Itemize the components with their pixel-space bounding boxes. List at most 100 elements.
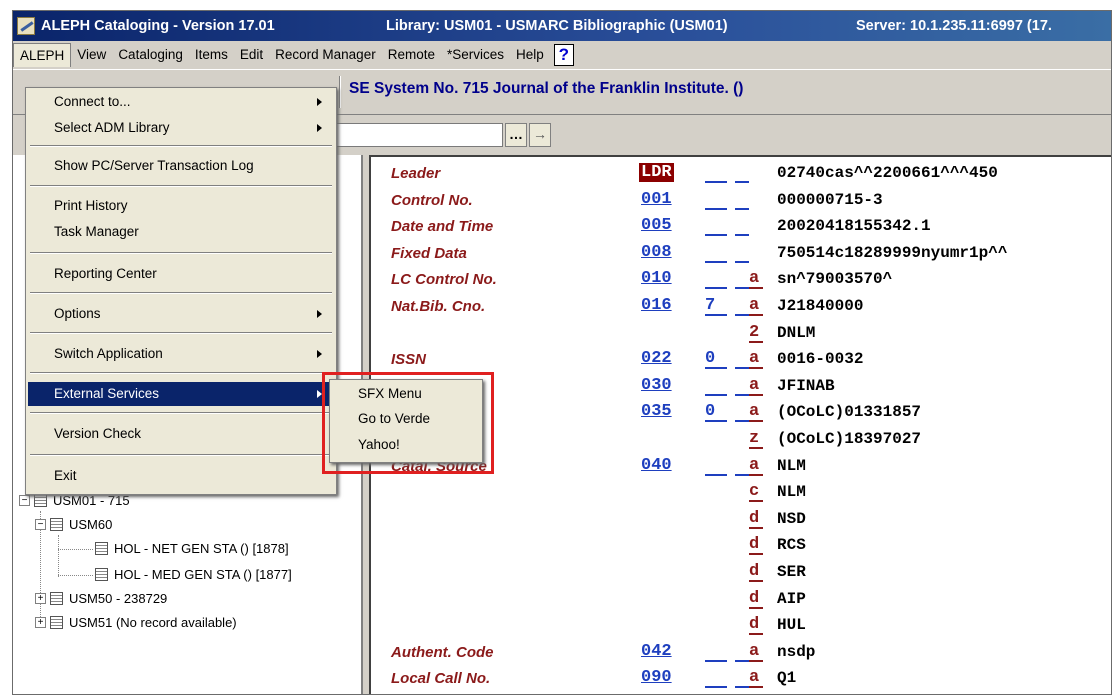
indicator-1[interactable]: 0 xyxy=(705,402,727,423)
marc-field-row[interactable]: Fixed Data 008 750514c18289999nyumr1p^^ xyxy=(371,241,1111,267)
subfield-code[interactable]: a xyxy=(749,269,763,290)
field-value[interactable]: (OCoLC)01331857 xyxy=(777,403,921,421)
marc-field-row[interactable]: Date and Time 005 20020418155342.1 xyxy=(371,214,1111,240)
subfield-code[interactable]: c xyxy=(749,482,763,503)
subfield-code[interactable]: a xyxy=(749,376,763,396)
subfield-code[interactable]: d xyxy=(749,589,763,609)
marc-field-row[interactable]: d HUL xyxy=(371,613,1111,639)
subfield-code[interactable]: d xyxy=(749,615,763,636)
indicator-1[interactable] xyxy=(705,456,727,476)
field-value[interactable]: AIP xyxy=(777,590,806,608)
field-tag[interactable]: 001 xyxy=(641,190,672,209)
field-value[interactable]: nsdp xyxy=(777,643,815,661)
collapse-icon[interactable]: − xyxy=(35,519,46,530)
indicator-2[interactable] xyxy=(735,668,749,689)
field-value[interactable]: DNLM xyxy=(777,324,815,342)
field-value[interactable]: NSD xyxy=(777,510,806,528)
subfield-code[interactable]: a xyxy=(749,642,763,662)
indicator-2[interactable] xyxy=(735,296,749,316)
field-value[interactable]: NLM xyxy=(777,457,806,475)
marc-field-row[interactable]: Authent. Code 042 a nsdp xyxy=(371,640,1111,666)
field-value[interactable]: (OCoLC)18397027 xyxy=(777,430,921,448)
menu-item-external-services[interactable]: External Services xyxy=(28,382,334,406)
field-value[interactable]: 000000715-3 xyxy=(777,191,883,209)
indicator-1[interactable] xyxy=(705,163,727,183)
indicator-1[interactable] xyxy=(705,190,727,210)
menu-record-manager[interactable]: Record Manager xyxy=(269,43,382,67)
menu-item-version-check[interactable]: Version Check xyxy=(28,422,334,446)
menu-remote[interactable]: Remote xyxy=(382,43,441,67)
marc-field-row[interactable]: Nat.Bib. Cno. 016 7 a J21840000 xyxy=(371,294,1111,320)
indicator-1[interactable] xyxy=(705,642,727,662)
indicator-2[interactable] xyxy=(735,349,749,370)
marc-field-row[interactable]: LC Control No. 010 a sn^79003570^ xyxy=(371,267,1111,293)
go-arrow-button[interactable]: → xyxy=(529,123,551,147)
menu-cataloging[interactable]: Cataloging xyxy=(112,43,189,67)
subfield-code[interactable]: a xyxy=(749,296,763,316)
menu-items[interactable]: Items xyxy=(189,43,234,67)
menu-item-print-history[interactable]: Print History xyxy=(28,194,334,218)
field-value[interactable]: 750514c18289999nyumr1p^^ xyxy=(777,244,1007,262)
menu-services[interactable]: *Services xyxy=(441,43,510,67)
tree-node-usm60[interactable]: − USM60 xyxy=(35,517,112,532)
subfield-code[interactable]: a xyxy=(749,402,763,423)
field-tag[interactable]: 005 xyxy=(641,216,672,235)
marc-field-row[interactable]: d AIP xyxy=(371,587,1111,613)
field-value[interactable]: NLM xyxy=(777,483,806,501)
menu-item-switch-application[interactable]: Switch Application xyxy=(28,342,334,366)
marc-field-row[interactable]: Local Call No. 090 a Q1 xyxy=(371,666,1111,692)
marc-field-row[interactable]: d SER xyxy=(371,560,1111,586)
indicator-1[interactable]: 7 xyxy=(705,296,727,316)
subfield-code[interactable]: a xyxy=(749,349,763,370)
menu-help[interactable]: Help xyxy=(510,43,550,67)
indicator-1[interactable] xyxy=(705,243,727,263)
marc-field-row[interactable]: Control No. 001 000000715-3 xyxy=(371,188,1111,214)
more-button[interactable]: … xyxy=(505,123,527,147)
marc-field-row[interactable]: d NSD xyxy=(371,507,1111,533)
indicator-2[interactable] xyxy=(735,269,749,290)
help-question-icon[interactable]: ? xyxy=(553,44,574,66)
field-tag[interactable]: 042 xyxy=(641,642,672,661)
field-tag[interactable]: 016 xyxy=(641,296,672,315)
field-value[interactable]: 02740cas^^2200661^^^450 xyxy=(777,164,998,182)
marc-field-row[interactable]: 2 DNLM xyxy=(371,321,1111,347)
marc-field-row[interactable]: Leader LDR 02740cas^^2200661^^^450 xyxy=(371,161,1111,187)
menu-item-connect-to[interactable]: Connect to... xyxy=(28,90,334,114)
field-value[interactable]: Q1 xyxy=(777,669,796,687)
subfield-code[interactable]: a xyxy=(749,668,763,689)
subfield-code[interactable]: z xyxy=(749,429,763,449)
field-tag[interactable]: 022 xyxy=(641,349,672,368)
field-value[interactable]: HUL xyxy=(777,616,806,634)
marc-field-row[interactable]: ISSN 022 0 a 0016-0032 xyxy=(371,347,1111,373)
menu-item-exit[interactable]: Exit xyxy=(28,464,334,488)
indicator-1[interactable]: 0 xyxy=(705,349,727,370)
indicator-1[interactable] xyxy=(705,376,727,396)
field-tag[interactable]: 030 xyxy=(641,376,672,395)
field-tag[interactable]: LDR xyxy=(639,163,674,182)
subfield-code[interactable]: d xyxy=(749,535,763,556)
field-tag[interactable]: 090 xyxy=(641,668,672,687)
indicator-2[interactable] xyxy=(735,190,749,210)
tree-node-usm51[interactable]: + USM51 (No record available) xyxy=(35,615,237,630)
indicator-2[interactable] xyxy=(735,402,749,423)
tree-node-hol-med[interactable]: HOL - MED GEN STA () [1877] xyxy=(95,567,292,582)
field-value[interactable]: sn^79003570^ xyxy=(777,270,892,288)
expand-icon[interactable]: + xyxy=(35,593,46,604)
indicator-2[interactable] xyxy=(735,376,749,396)
subfield-code[interactable]: d xyxy=(749,509,763,529)
field-value[interactable]: JFINAB xyxy=(777,377,835,395)
expand-icon[interactable]: + xyxy=(35,617,46,628)
indicator-2[interactable] xyxy=(735,243,749,263)
field-tag[interactable]: 040 xyxy=(641,456,672,475)
indicator-1[interactable] xyxy=(705,668,727,689)
menu-aleph[interactable]: ALEPH xyxy=(13,43,72,67)
tree-node-usm50[interactable]: + USM50 - 238729 xyxy=(35,591,167,606)
marc-field-row[interactable]: c NLM xyxy=(371,480,1111,506)
field-tag[interactable]: 010 xyxy=(641,269,672,288)
menu-item-reporting-center[interactable]: Reporting Center xyxy=(28,262,334,286)
tree-node-usm01[interactable]: − USM01 - 715 xyxy=(19,493,130,508)
field-value[interactable]: SER xyxy=(777,563,806,581)
menu-item-transaction-log[interactable]: Show PC/Server Transaction Log xyxy=(28,154,334,178)
menu-view[interactable]: View xyxy=(71,43,112,67)
subfield-code[interactable]: a xyxy=(749,456,763,476)
